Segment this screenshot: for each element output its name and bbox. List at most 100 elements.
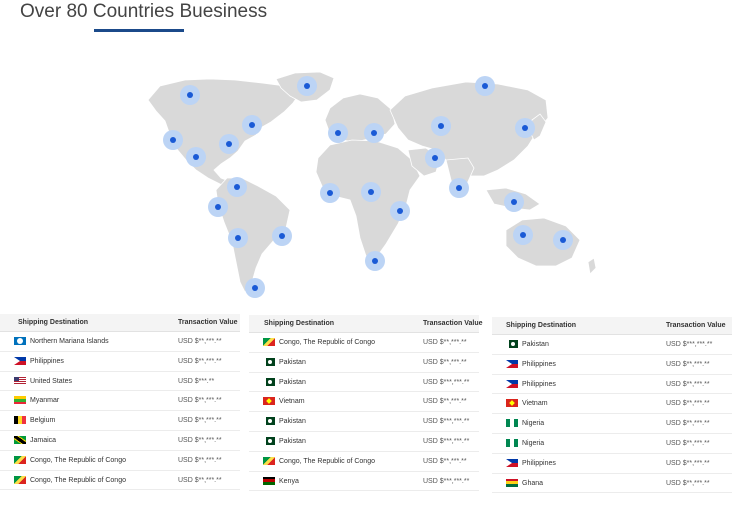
map-marker[interactable] [372, 258, 378, 264]
map-marker[interactable] [249, 122, 255, 128]
transaction-value: USD $**,***.** [178, 357, 222, 365]
map-marker[interactable] [279, 233, 285, 239]
country-name: Vietnam [279, 398, 305, 406]
flag-icon [14, 376, 26, 385]
flag-icon [506, 438, 518, 447]
flag-icon [14, 356, 26, 365]
shipping-table-3: Shipping Destination Transaction Value P… [492, 317, 732, 495]
table-row[interactable]: Pakistan USD $***,***.** [249, 373, 479, 393]
table-row[interactable]: Congo, The Republic of Congo USD $**,***.… [249, 333, 479, 353]
transaction-value: USD $**,***.** [178, 456, 222, 464]
transaction-value: USD $**,***.** [666, 439, 710, 447]
table-row[interactable]: Pakistan USD $***,***.** [249, 412, 479, 432]
map-marker[interactable] [522, 125, 528, 131]
country-name: Pakistan [279, 418, 306, 426]
flag-icon [263, 397, 275, 406]
map-marker[interactable] [226, 141, 232, 147]
map-marker[interactable] [511, 199, 517, 205]
table-row[interactable]: Philippines USD $**,***.** [492, 454, 732, 474]
flag-icon [506, 478, 518, 487]
table-row[interactable]: Pakistan USD $***,***.** [492, 335, 732, 355]
header-destination: Shipping Destination [18, 319, 88, 326]
flag-icon [263, 417, 275, 426]
flag-icon [263, 377, 275, 386]
transaction-value: USD $**,***.** [178, 436, 222, 444]
transaction-value: USD $***.** [178, 377, 215, 385]
new-zealand-landmass [587, 257, 597, 275]
transaction-value: USD $**,***.** [666, 459, 710, 467]
transaction-value: USD $**,***.** [666, 400, 710, 408]
table-row[interactable]: Congo, The Republic of Congo USD $**,***.… [0, 471, 240, 491]
transaction-value: USD $**,***.** [666, 479, 710, 487]
flag-icon [14, 337, 26, 345]
table-row[interactable]: Pakistan USD $**,***.** [249, 353, 479, 373]
map-marker[interactable] [335, 130, 341, 136]
country-name: Congo, The Republic of Congo [30, 476, 126, 484]
transaction-value: USD $**,***.** [178, 417, 222, 425]
flag-icon [263, 476, 275, 485]
table-row[interactable]: Congo, The Republic of Congo USD $**,***.… [0, 451, 240, 471]
map-marker[interactable] [252, 285, 258, 291]
table-row[interactable]: Northern Mariana Islands USD $**,***.** [0, 332, 240, 352]
transaction-value: USD $**,***.** [423, 457, 467, 465]
header-destination: Shipping Destination [264, 320, 334, 327]
map-marker[interactable] [235, 235, 241, 241]
table-header: Shipping Destination Transaction Value [249, 315, 483, 333]
country-name: Philippines [522, 360, 556, 368]
transaction-value: USD $***,***.** [423, 437, 470, 445]
country-name: Vietnam [522, 400, 548, 408]
map-marker[interactable] [327, 190, 333, 196]
flag-icon [506, 359, 518, 368]
country-name: Nigeria [522, 420, 545, 428]
country-name: Pakistan [522, 341, 549, 348]
table-row[interactable]: Jamaica USD $**,***.** [0, 431, 240, 451]
map-marker[interactable] [215, 204, 221, 210]
table-row[interactable]: Ghana USD $**,***.** [492, 474, 732, 494]
map-marker[interactable] [371, 130, 377, 136]
transaction-value: USD $**,***.** [423, 358, 467, 366]
header-value: Transaction Value [178, 319, 238, 326]
map-marker[interactable] [560, 237, 566, 243]
table-row[interactable]: Philippines USD $**,***.** [492, 375, 732, 395]
table-header: Shipping Destination Transaction Value [492, 317, 732, 335]
map-marker[interactable] [368, 189, 374, 195]
table-row[interactable]: Kenya USD $***,***.** [249, 472, 479, 492]
transaction-value: USD $**,***.** [423, 339, 467, 346]
table-row[interactable]: Vietnam USD $**,***.** [492, 394, 732, 415]
map-marker[interactable] [397, 208, 403, 214]
map-marker[interactable] [187, 92, 193, 98]
country-name: Philippines [522, 380, 556, 388]
map-marker[interactable] [482, 83, 488, 89]
map-marker[interactable] [170, 137, 176, 143]
map-marker[interactable] [432, 155, 438, 161]
country-name: Jamaica [30, 436, 57, 444]
country-name: United States [30, 377, 73, 385]
table-row[interactable]: Philippines USD $**,***.** [0, 352, 240, 372]
country-name: Congo, The Republic of Congo [279, 339, 375, 346]
flag-icon [14, 396, 26, 405]
map-marker[interactable] [438, 123, 444, 129]
table-row[interactable]: Philippines USD $**,***.** [492, 355, 732, 375]
table-row[interactable]: Belgium USD $**,***.** [0, 411, 240, 431]
country-name: Pakistan [279, 358, 306, 366]
header-value: Transaction Value [666, 322, 726, 329]
map-marker[interactable] [520, 232, 526, 238]
flag-icon [506, 419, 518, 428]
map-marker[interactable] [193, 154, 199, 160]
map-marker[interactable] [304, 83, 310, 89]
map-marker[interactable] [234, 184, 240, 190]
table-row[interactable]: Myanmar USD $**,***.** [0, 391, 240, 412]
table-row[interactable]: Congo, The Republic of Congo USD $**,***.… [249, 452, 479, 472]
flag-icon [506, 379, 518, 388]
table-row[interactable]: Nigeria USD $**,***.** [492, 414, 732, 434]
transaction-value: USD $**,***.** [178, 338, 222, 345]
table-row[interactable]: United States USD $***.** [0, 372, 240, 392]
transaction-value: USD $**,***.** [178, 397, 222, 405]
table-row[interactable]: Vietnam USD $**,***.** [249, 392, 479, 413]
table-row[interactable]: Nigeria USD $**,***.** [492, 434, 732, 454]
map-marker[interactable] [456, 185, 462, 191]
table-row[interactable]: Pakistan USD $***,***.** [249, 432, 479, 452]
shipping-table-2: Shipping Destination Transaction Value C… [249, 315, 483, 496]
table-header: Shipping Destination Transaction Value [0, 314, 240, 332]
transaction-value: USD $**,***.** [666, 360, 710, 368]
